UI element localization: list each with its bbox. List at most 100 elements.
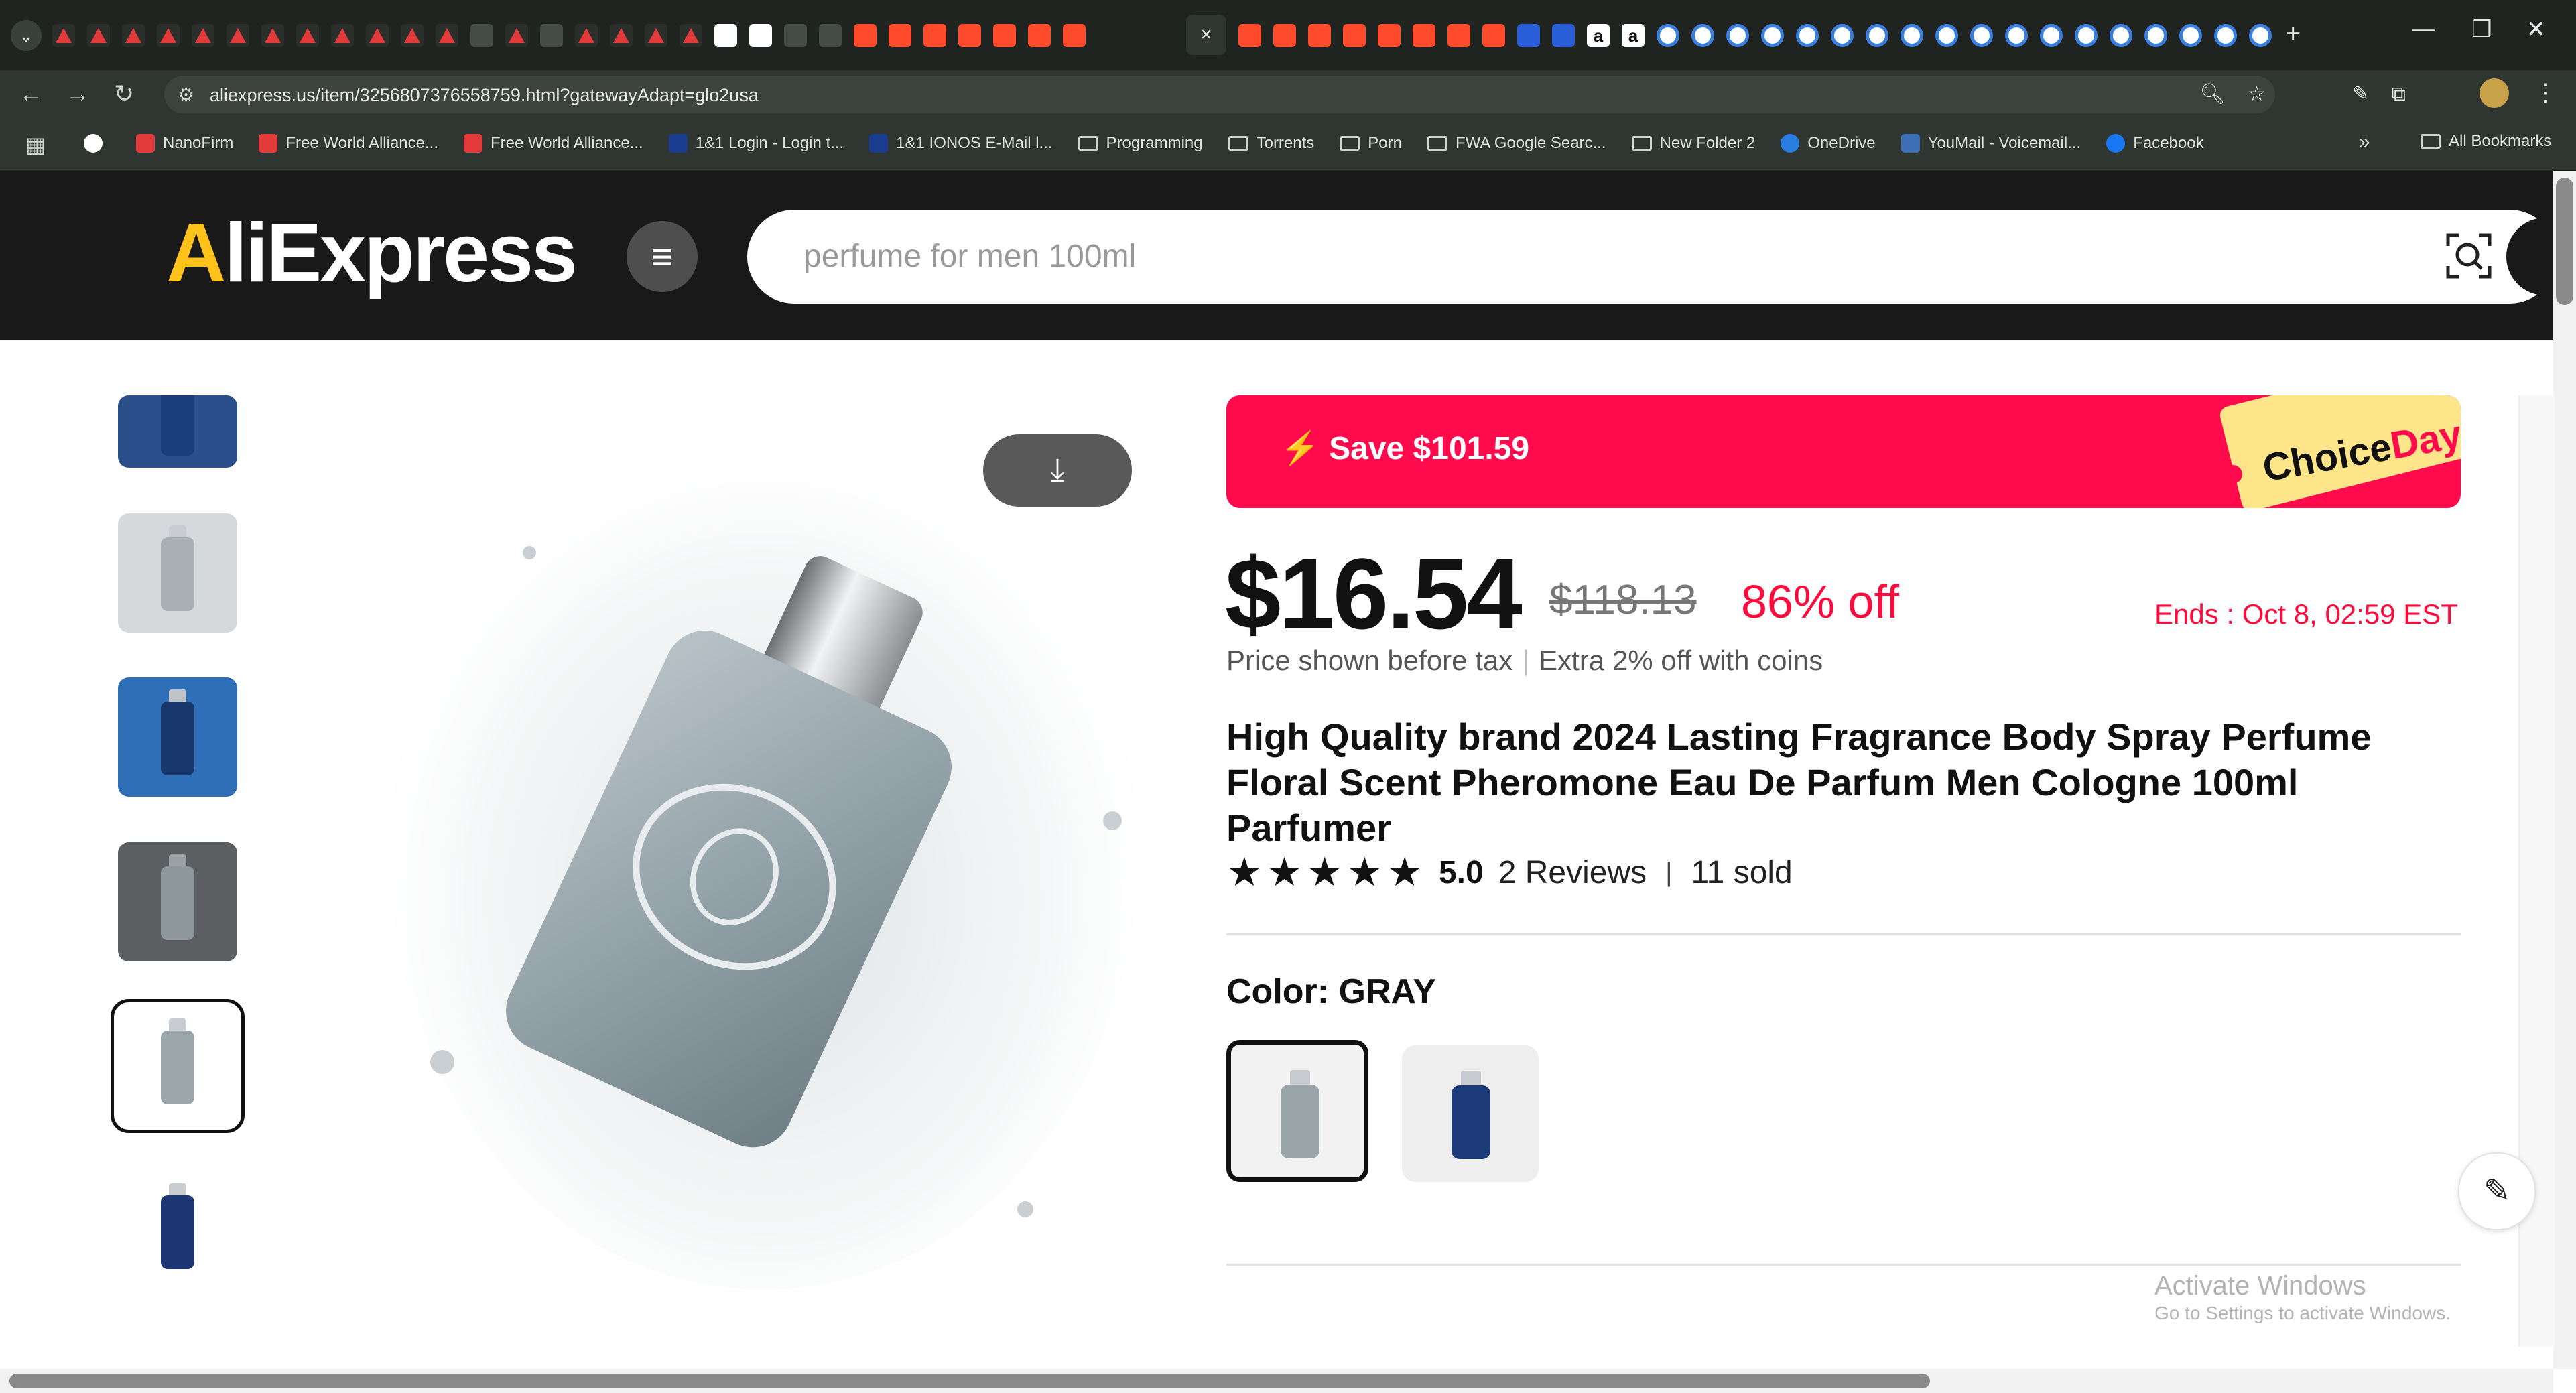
tab-favicon[interactable] (470, 24, 493, 47)
tab-favicon[interactable] (436, 24, 458, 47)
tab-favicon[interactable] (87, 24, 110, 47)
tab-favicon[interactable] (819, 24, 842, 47)
gallery-thumbnail[interactable] (118, 842, 237, 961)
gmail-tab-favicon[interactable] (749, 24, 772, 47)
image-search-icon[interactable] (2443, 230, 2495, 282)
bookmark-folder[interactable]: FWA Google Searc... (1427, 134, 1606, 153)
more-bookmarks-button[interactable]: » (2359, 131, 2370, 153)
browser-menu-icon[interactable]: ⋮ (2533, 78, 2557, 107)
google-tab-favicon[interactable] (2110, 24, 2132, 47)
all-bookmarks-button[interactable]: All Bookmarks (2421, 132, 2551, 151)
vertical-scrollbar[interactable] (2553, 171, 2576, 1369)
tab-favicon[interactable] (261, 24, 284, 47)
bookmark-item[interactable]: 1&1 Login - Login t... (668, 134, 844, 153)
apps-grid-icon[interactable]: ▦ (25, 132, 46, 157)
google-tab-favicon[interactable] (2040, 24, 2063, 47)
google-tab-favicon[interactable] (1657, 24, 1679, 47)
pen-extension-icon[interactable]: ✎ (2352, 83, 2369, 105)
gallery-thumbnail[interactable] (118, 513, 237, 633)
tab-favicon[interactable] (157, 24, 180, 47)
tab-favicon[interactable] (192, 24, 214, 47)
zoom-icon[interactable]: 🔍︎ (2200, 83, 2226, 105)
google-tab-favicon[interactable] (1761, 24, 1784, 47)
google-tab-favicon[interactable] (2249, 24, 2272, 47)
tab-favicon[interactable] (784, 24, 807, 47)
amazon-tab-favicon[interactable]: a (1587, 24, 1610, 47)
aliexpress-tab-favicon[interactable] (854, 24, 877, 47)
bookmark-item[interactable]: YouMail - Voicemail... (1901, 134, 2081, 153)
search-input[interactable] (802, 234, 2346, 278)
tab-favicon[interactable] (52, 24, 75, 47)
amazon-tab-favicon[interactable]: a (1622, 24, 1645, 47)
tab-favicon[interactable] (331, 24, 354, 47)
aliexpress-tab-favicon[interactable] (1482, 24, 1505, 47)
download-image-button[interactable]: ⤓ (983, 434, 1132, 507)
tab-favicon[interactable] (366, 24, 389, 47)
extensions-puzzle-icon[interactable]: ⧉ (2391, 83, 2405, 105)
google-tab-favicon[interactable] (1726, 24, 1749, 47)
tab-favicon[interactable] (575, 24, 598, 47)
main-product-image[interactable] (389, 392, 1176, 1293)
gallery-thumbnail-selected[interactable] (111, 999, 245, 1133)
coins-note[interactable]: Extra 2% off with coins (1539, 645, 1823, 676)
tab-favicon[interactable] (540, 24, 563, 47)
bookmark-item[interactable]: 1&1 IONOS E-Mail l... (869, 134, 1053, 153)
bookmark-folder[interactable]: Programming (1078, 134, 1203, 153)
address-bar[interactable]: ⚙ aliexpress.us/item/3256807376558759.ht… (164, 76, 2275, 113)
reload-button[interactable]: ↻ (114, 80, 134, 108)
aliexpress-tab-favicon[interactable] (1447, 24, 1470, 47)
tab-favicon[interactable] (680, 24, 702, 47)
bookmark-item[interactable]: Free World Alliance... (259, 134, 438, 153)
gallery-thumbnail[interactable] (118, 395, 237, 468)
aliexpress-tab-favicon[interactable] (993, 24, 1016, 47)
address-url[interactable]: aliexpress.us/item/3256807376558759.html… (210, 85, 759, 106)
bookmark-folder[interactable]: Porn (1340, 134, 1402, 153)
google-tab-favicon[interactable] (2214, 24, 2237, 47)
google-tab-favicon[interactable] (1970, 24, 1993, 47)
color-swatch-gray[interactable] (1226, 1040, 1368, 1182)
minimize-window-button[interactable]: — (2412, 16, 2435, 42)
horizontal-scrollbar-thumb[interactable] (9, 1374, 1930, 1388)
tab-favicon[interactable] (1552, 24, 1575, 47)
gallery-thumbnail[interactable] (118, 677, 237, 797)
edit-pencil-button[interactable]: ✎ (2458, 1152, 2536, 1230)
bookmark-item[interactable]: Facebook (2106, 134, 2204, 153)
aliexpress-tab-favicon[interactable] (889, 24, 911, 47)
google-tab-favicon[interactable] (1691, 24, 1714, 47)
aliexpress-tab-favicon[interactable] (1308, 24, 1331, 47)
categories-menu-button[interactable]: ≡ (627, 221, 698, 292)
google-tab-favicon[interactable] (1831, 24, 1854, 47)
tab-favicon[interactable] (1517, 24, 1540, 47)
tab-favicon[interactable] (227, 24, 249, 47)
aliexpress-tab-favicon[interactable] (1378, 24, 1401, 47)
google-tab-favicon[interactable] (2179, 24, 2202, 47)
tab-favicon[interactable] (401, 24, 424, 47)
gmail-tab-favicon[interactable] (714, 24, 737, 47)
tab-favicon[interactable] (645, 24, 667, 47)
gallery-thumbnail[interactable] (118, 1171, 237, 1290)
aliexpress-tab-favicon[interactable] (923, 24, 946, 47)
bookmark-item[interactable] (84, 134, 111, 153)
back-button[interactable]: ← (19, 80, 43, 108)
close-window-button[interactable]: ✕ (2526, 16, 2546, 43)
google-tab-favicon[interactable] (2144, 24, 2167, 47)
bookmark-star-icon[interactable]: ☆ (2248, 83, 2266, 105)
aliexpress-tab-favicon[interactable] (1273, 24, 1296, 47)
restore-window-button[interactable]: ❐ (2471, 16, 2492, 43)
tab-favicon[interactable] (610, 24, 633, 47)
active-tab-close-button[interactable]: × (1186, 15, 1226, 55)
bookmark-item[interactable]: OneDrive (1781, 134, 1876, 153)
tab-favicon[interactable] (122, 24, 145, 47)
google-tab-favicon[interactable] (2075, 24, 2098, 47)
tab-search-button[interactable]: ⌄ (11, 20, 42, 51)
aliexpress-tab-favicon[interactable] (1238, 24, 1261, 47)
aliexpress-tab-favicon[interactable] (1028, 24, 1051, 47)
google-tab-favicon[interactable] (1866, 24, 1888, 47)
color-swatch-blue[interactable] (1402, 1045, 1539, 1182)
google-tab-favicon[interactable] (1901, 24, 1923, 47)
tab-favicon[interactable] (296, 24, 319, 47)
profile-avatar[interactable] (2480, 78, 2509, 108)
aliexpress-tab-favicon[interactable] (1413, 24, 1435, 47)
google-tab-favicon[interactable] (1796, 24, 1819, 47)
forward-button[interactable]: → (66, 80, 90, 108)
